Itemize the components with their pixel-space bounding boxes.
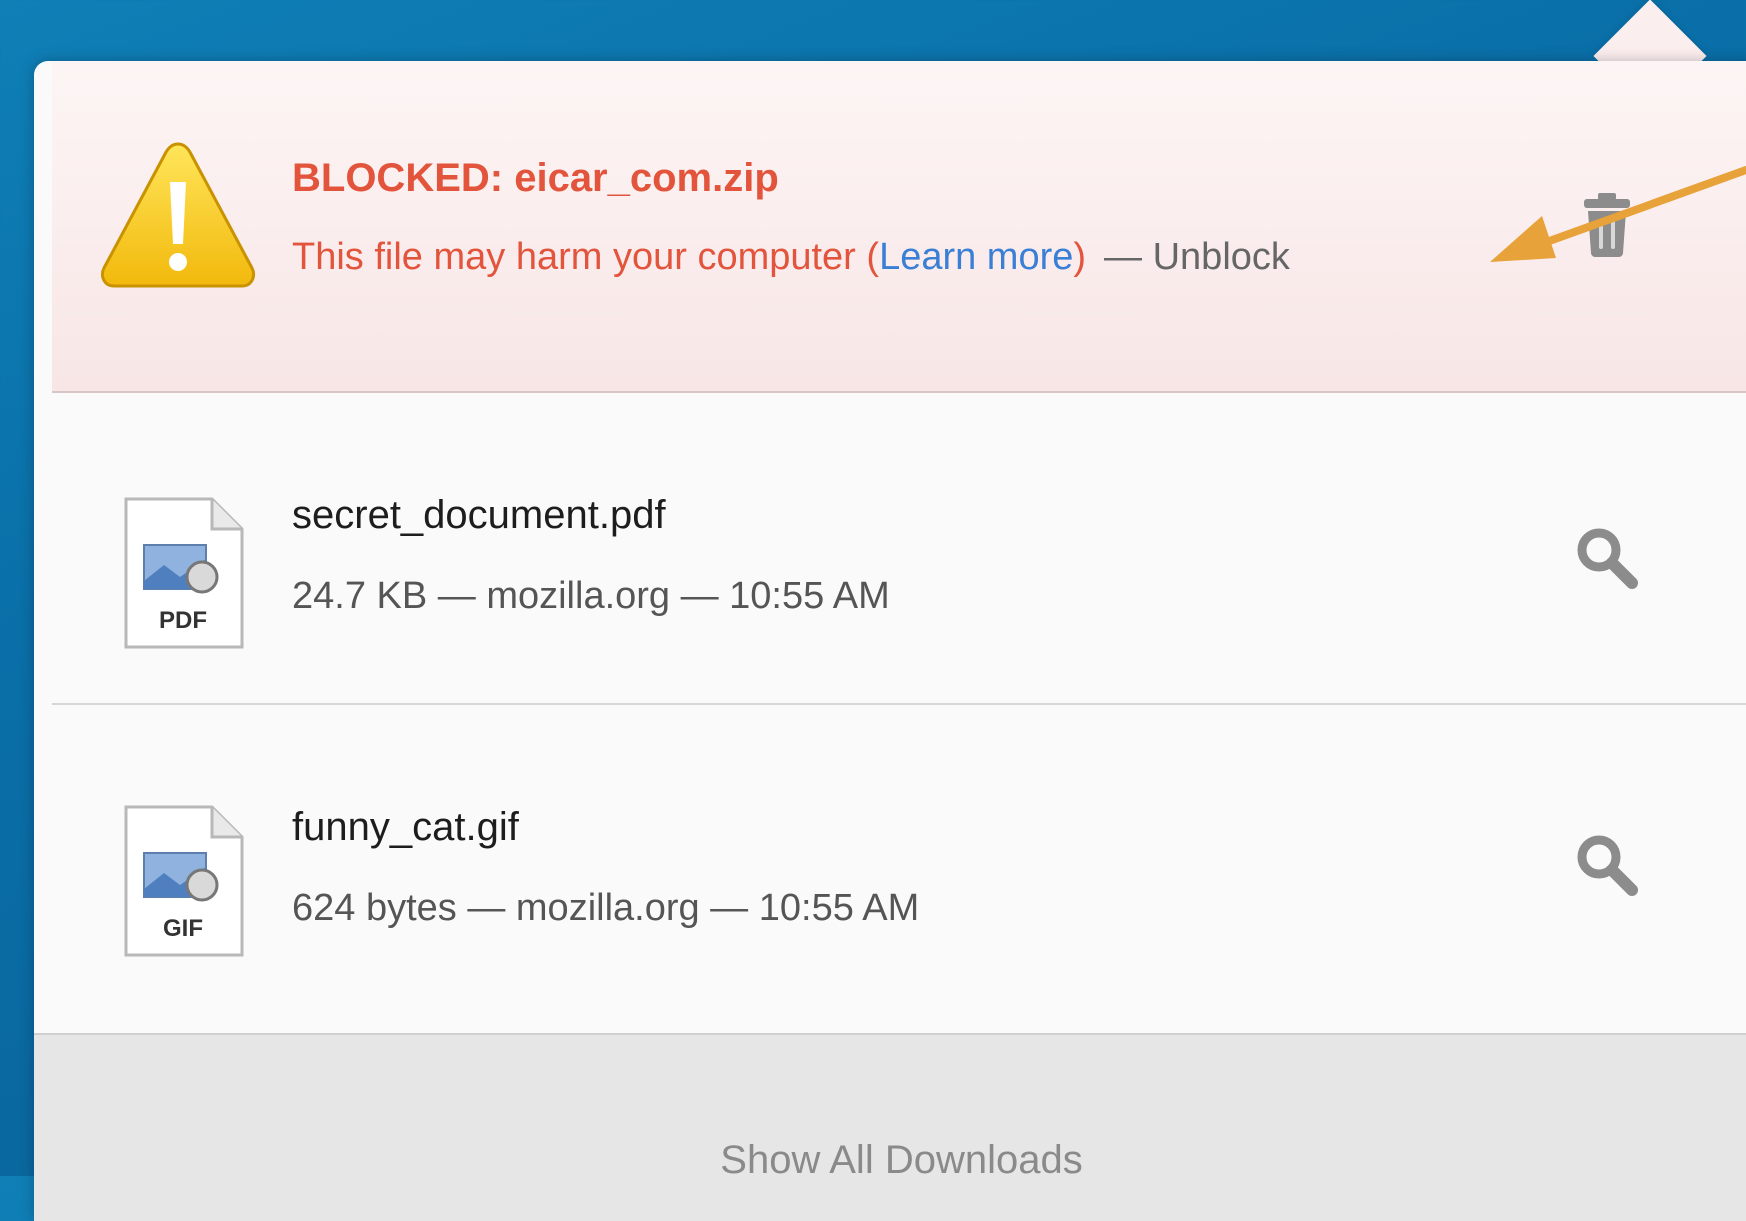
file-detail: 624 bytes — mozilla.org — 10:55 AM bbox=[292, 887, 920, 929]
magnifier-icon[interactable] bbox=[1572, 830, 1642, 900]
pdf-file-icon: PDF bbox=[124, 497, 244, 649]
gif-file-icon: GIF bbox=[124, 805, 244, 957]
file-name: secret_document.pdf bbox=[292, 493, 666, 537]
warning-icon bbox=[100, 142, 256, 288]
file-name: funny_cat.gif bbox=[292, 805, 519, 849]
download-item-gif[interactable]: GIF funny_cat.gif 624 bytes — mozilla.or… bbox=[52, 705, 1746, 1015]
file-detail: 24.7 KB — mozilla.org — 10:55 AM bbox=[292, 575, 890, 617]
unblock-link[interactable]: — Unblock bbox=[1104, 236, 1290, 278]
download-item-pdf[interactable]: PDF secret_document.pdf 24.7 KB — mozill… bbox=[52, 393, 1746, 705]
show-all-downloads-button[interactable]: Show All Downloads bbox=[34, 1033, 1746, 1221]
magnifier-icon[interactable] bbox=[1572, 523, 1642, 593]
warning-text-close: ) bbox=[1073, 236, 1087, 278]
blocked-file-name: BLOCKED: eicar_com.zip bbox=[292, 156, 779, 200]
warning-text: This file may harm your computer ( bbox=[292, 236, 880, 278]
show-all-downloads-label: Show All Downloads bbox=[720, 1138, 1083, 1182]
learn-more-link[interactable]: Learn more bbox=[879, 236, 1073, 278]
gif-icon-label: GIF bbox=[163, 915, 203, 942]
pdf-icon-label: PDF bbox=[159, 607, 207, 634]
blocked-warning-message: This file may harm your computer (Learn … bbox=[292, 236, 1290, 279]
annotation-arrow-icon bbox=[1490, 166, 1746, 262]
